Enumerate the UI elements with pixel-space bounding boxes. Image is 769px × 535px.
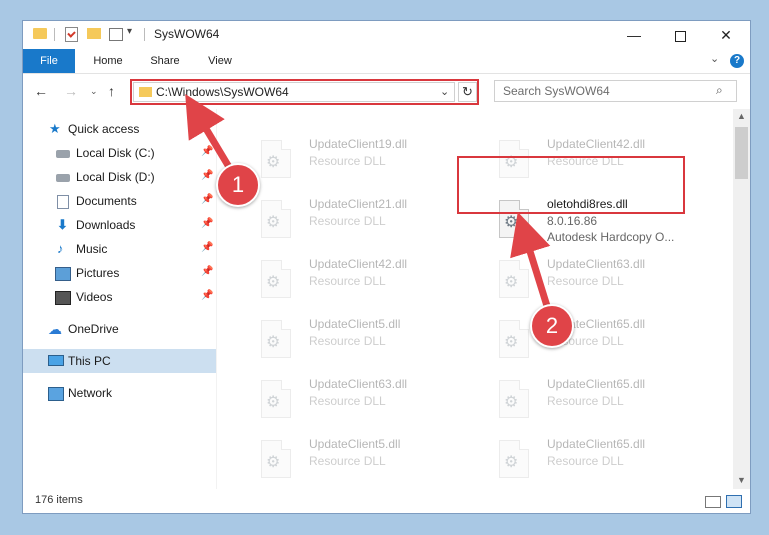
step-badge-1: 1 xyxy=(216,163,260,207)
arrow-2 xyxy=(510,211,551,310)
step-badge-2: 2 xyxy=(530,304,574,348)
arrow-1 xyxy=(185,93,236,176)
annotation-arrows xyxy=(185,93,551,310)
